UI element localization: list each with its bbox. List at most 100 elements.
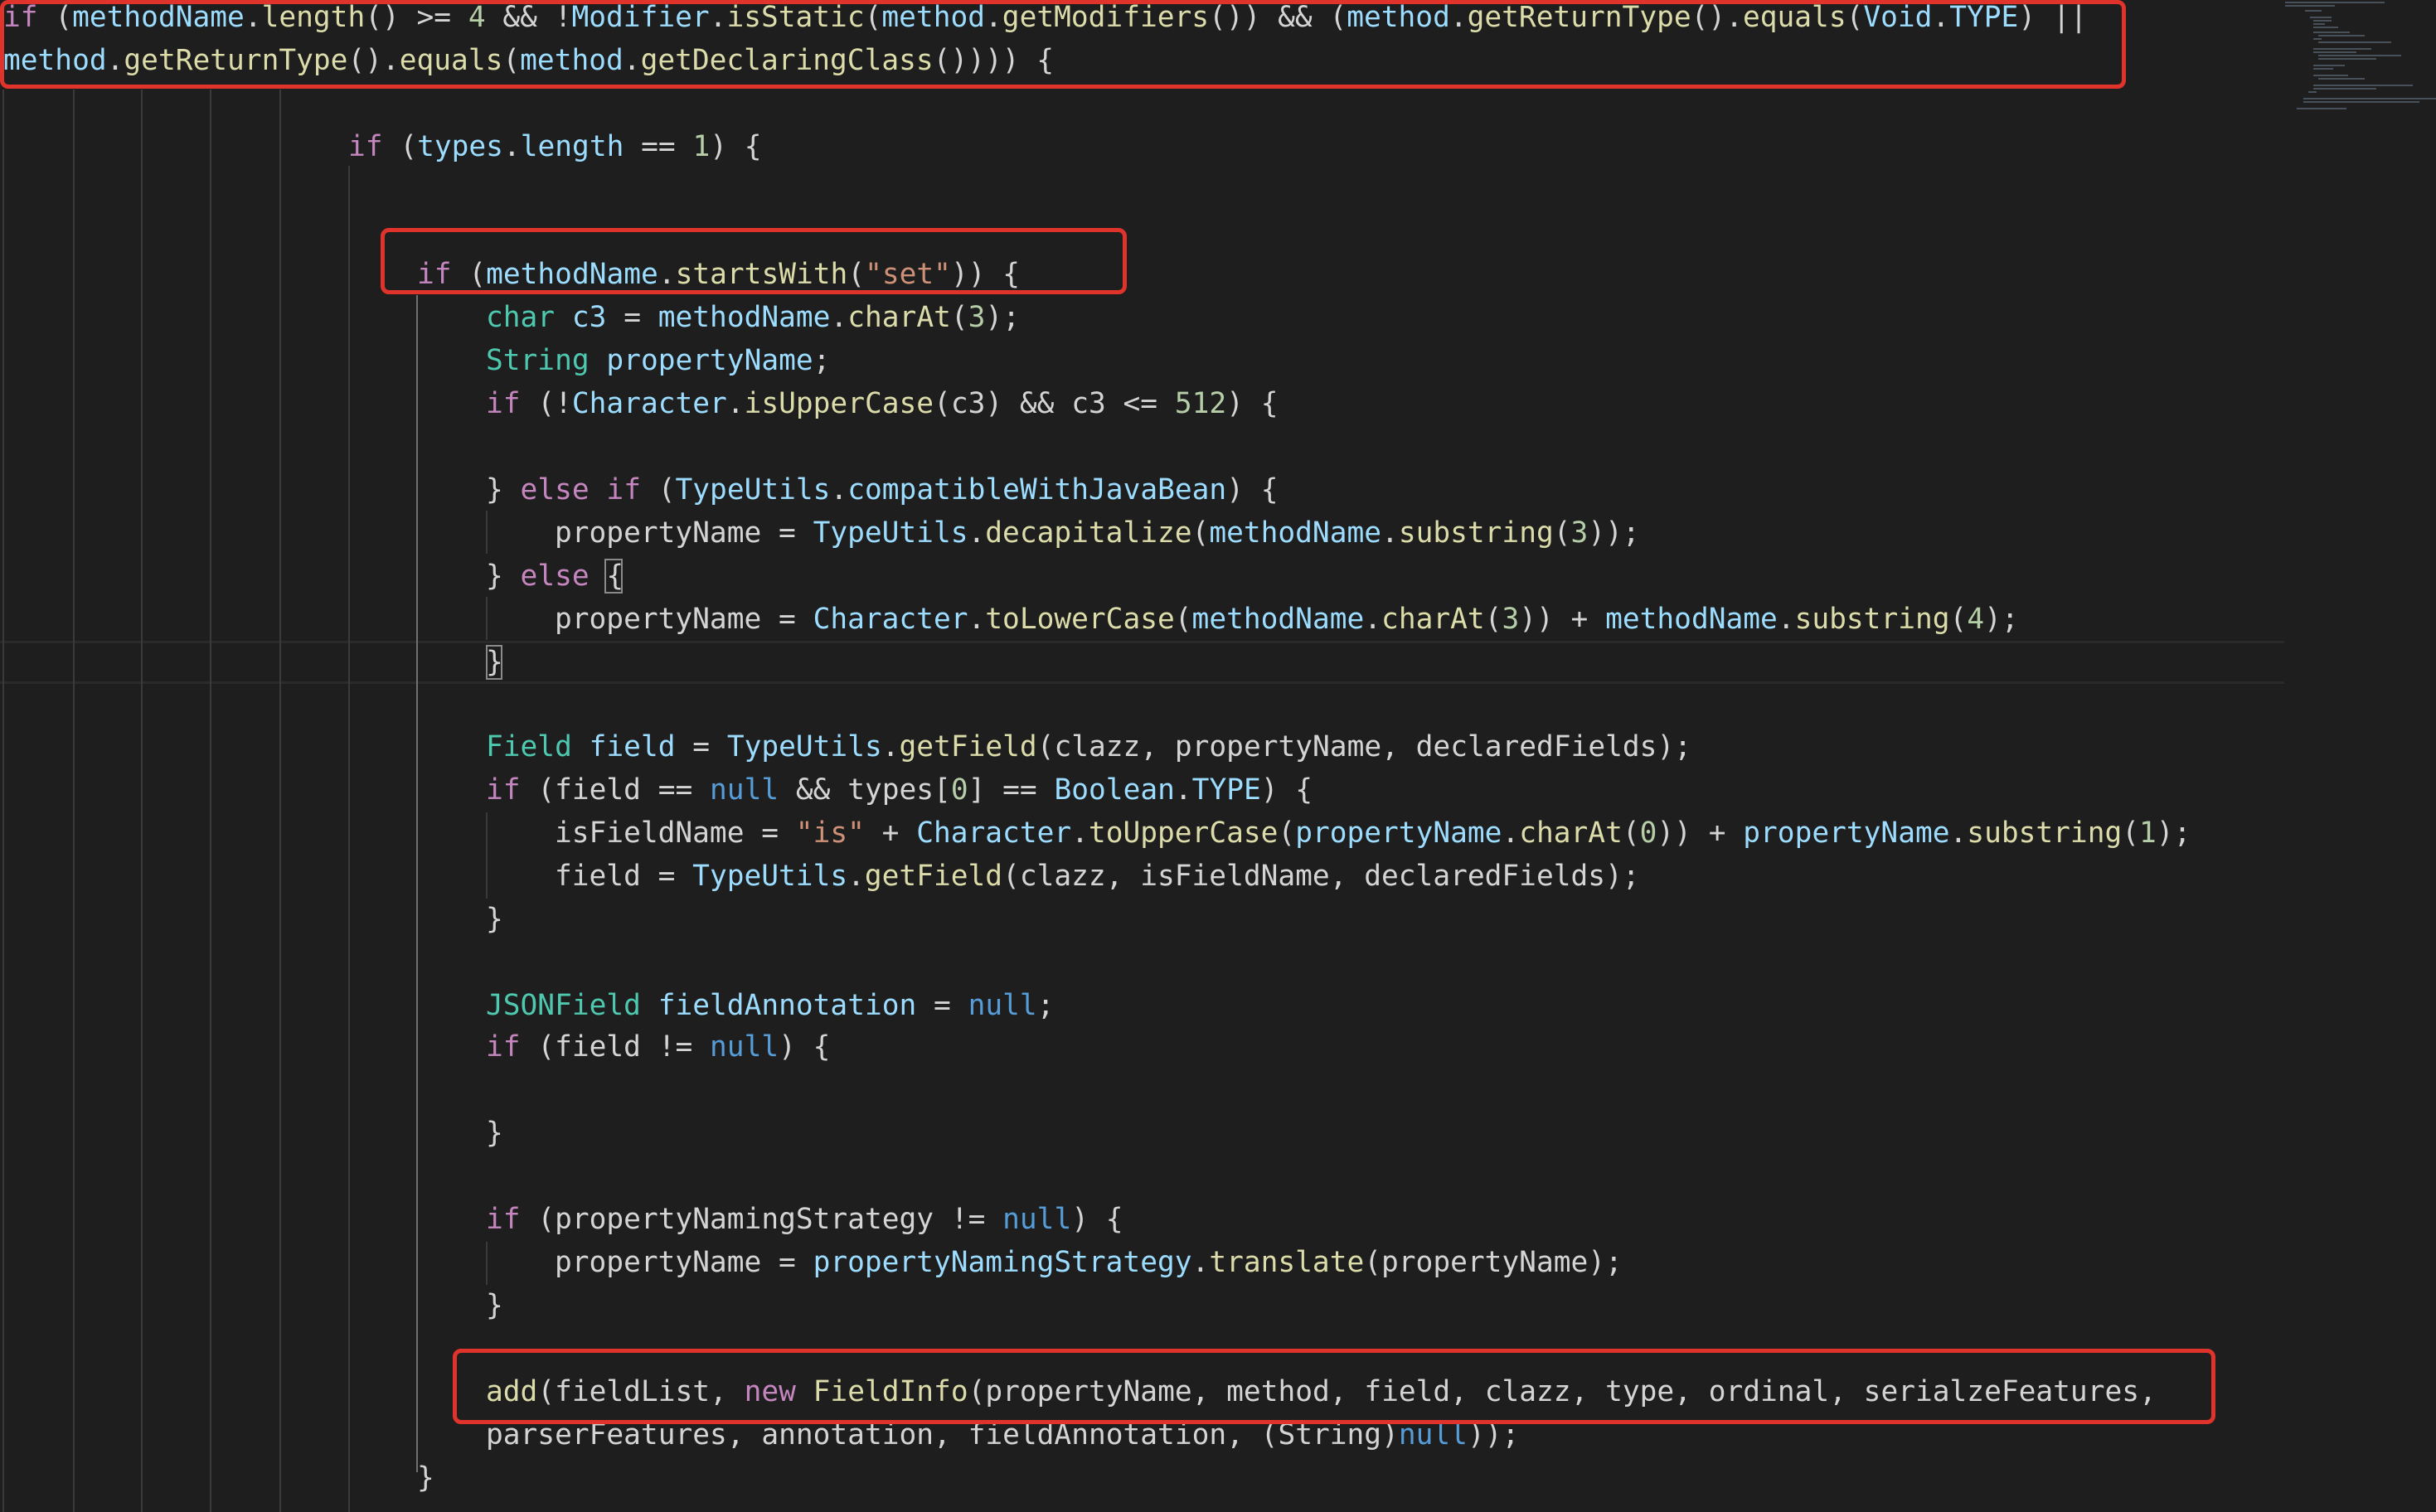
code-token: = <box>916 989 968 1022</box>
code-token: else <box>520 560 590 593</box>
code-line[interactable]: } <box>486 1284 503 1327</box>
code-line[interactable]: if (field == null && types[0] == Boolean… <box>486 768 1313 812</box>
code-token: length <box>520 130 624 163</box>
code-token: TYPE <box>1191 773 1261 807</box>
code-token: TypeUtils <box>692 860 848 893</box>
code-token: . <box>502 130 521 163</box>
code-token: . <box>968 516 986 550</box>
code-line[interactable]: if (propertyNamingStrategy != null) { <box>486 1198 1123 1241</box>
code-line[interactable]: } <box>417 1456 434 1500</box>
code-token: . <box>968 603 986 636</box>
indent-guide <box>486 1242 488 1285</box>
code-line[interactable]: if (types.length == 1) { <box>348 125 762 168</box>
code-line[interactable]: Field field = TypeUtils.getField(clazz, … <box>486 725 1691 768</box>
code-token: toUpperCase <box>1088 817 1279 850</box>
code-token: . <box>1174 773 1192 807</box>
code-token: (propertyName); <box>1364 1246 1623 1279</box>
code-token: = <box>606 301 658 334</box>
code-token: charAt <box>1519 817 1623 850</box>
current-line-highlight <box>0 641 2284 684</box>
code-token: getField <box>899 730 1037 763</box>
code-token: && types[ <box>779 773 951 807</box>
code-token: if <box>486 387 521 420</box>
code-token: toLowerCase <box>985 603 1175 636</box>
code-token: substring <box>1967 817 2123 850</box>
code-token: } <box>486 473 521 506</box>
code-token: . <box>881 730 900 763</box>
code-token: } <box>486 1117 503 1150</box>
code-line[interactable]: } <box>486 1112 503 1155</box>
code-token: String <box>486 344 590 377</box>
code-token: 3 <box>1502 603 1520 636</box>
code-token: . <box>847 860 865 893</box>
code-token: )) + <box>1519 603 1606 636</box>
code-token: getField <box>864 860 1003 893</box>
code-token: (propertyNamingStrategy != <box>520 1203 1003 1236</box>
code-token: decapitalize <box>985 516 1192 550</box>
code-token: (field != <box>520 1030 711 1064</box>
indent-guide <box>486 812 488 899</box>
code-token: (field == <box>520 773 711 807</box>
code-token: == <box>624 130 693 163</box>
code-line[interactable]: propertyName = propertyNamingStrategy.tr… <box>555 1241 1623 1284</box>
code-token: TypeUtils <box>813 516 968 550</box>
code-token: ) { <box>779 1030 831 1064</box>
code-line[interactable]: } else if (TypeUtils.compatibleWithJavaB… <box>486 468 1279 511</box>
code-line[interactable]: } <box>486 898 503 941</box>
code-line[interactable]: propertyName = TypeUtils.decapitalize(me… <box>555 511 1640 555</box>
code-token: . <box>726 387 745 420</box>
code-line[interactable]: char c3 = methodName.charAt(3); <box>486 296 1020 339</box>
code-token: (clazz, isFieldName, declaredFields); <box>1002 860 1640 893</box>
minimap[interactable] <box>2280 0 2436 124</box>
code-token: ( <box>1949 603 1968 636</box>
code-token: substring <box>1398 516 1554 550</box>
code-line[interactable]: JSONField fieldAnnotation = null; <box>486 984 1054 1027</box>
code-line[interactable]: if (field != null) { <box>486 1025 830 1069</box>
code-token: TypeUtils <box>675 473 831 506</box>
code-token: Field <box>486 730 572 763</box>
code-token: ( <box>2122 817 2140 850</box>
code-editor[interactable]: if (methodName.length() >= 4 && !Modifie… <box>0 0 2436 1512</box>
code-token: 0 <box>950 773 968 807</box>
code-line[interactable]: } else { <box>486 555 624 598</box>
code-token: + <box>864 817 917 850</box>
code-token: ] == <box>968 773 1055 807</box>
annotation-box-method-condition <box>0 0 2126 89</box>
code-token: ( <box>950 301 968 334</box>
code-token: . <box>1949 817 1968 850</box>
code-token: . <box>1071 817 1089 850</box>
code-token: . <box>830 301 848 334</box>
code-token: } <box>417 1461 434 1495</box>
code-token: ( <box>1484 603 1502 636</box>
code-token: ; <box>1036 989 1055 1022</box>
code-token: 3 <box>1570 516 1589 550</box>
code-token: )) + <box>1657 817 1744 850</box>
code-token: if <box>486 1030 521 1064</box>
code-token: propertyName <box>606 344 813 377</box>
code-line[interactable]: propertyName = Character.toLowerCase(met… <box>555 598 2019 641</box>
code-token: isUpperCase <box>744 387 934 420</box>
code-line[interactable]: String propertyName; <box>486 339 830 382</box>
code-token: 512 <box>1174 387 1227 420</box>
code-token: . <box>1777 603 1795 636</box>
code-token: . <box>1364 603 1382 636</box>
code-token: 0 <box>1639 817 1657 850</box>
code-token: if <box>348 130 383 163</box>
code-line[interactable]: isFieldName = "is" + Character.toUpperCa… <box>555 812 2191 855</box>
code-line[interactable]: field = TypeUtils.getField(clazz, isFiel… <box>555 855 1640 898</box>
code-token: methodName <box>1191 603 1365 636</box>
code-token: compatibleWithJavaBean <box>847 473 1227 506</box>
code-token: JSONField <box>486 989 641 1022</box>
code-token: . <box>1381 516 1399 550</box>
code-token: Boolean <box>1054 773 1175 807</box>
code-token: } <box>486 560 521 593</box>
indent-guide <box>73 90 75 1512</box>
code-token: ( <box>640 473 676 506</box>
code-token: isFieldName = <box>555 817 796 850</box>
code-line[interactable]: if (!Character.isUpperCase(c3) && c3 <= … <box>486 382 1278 425</box>
code-token: (c3) && c3 <= <box>934 387 1175 420</box>
code-token: null <box>710 773 779 807</box>
